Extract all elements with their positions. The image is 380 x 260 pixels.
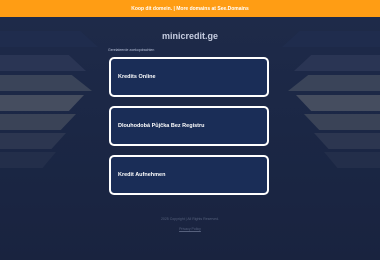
decor-band xyxy=(296,95,380,111)
privacy-policy-link[interactable]: Privacy Policy xyxy=(0,227,380,231)
copyright-text: 2025 Copyright | All Rights Reserved. xyxy=(160,217,220,221)
decor-band xyxy=(0,133,66,149)
domain-sale-link[interactable]: Koop dit domein. | More domains at See.D… xyxy=(131,6,249,12)
decor-band xyxy=(0,114,76,130)
domain-sale-banner: Koop dit domein. | More domains at See.D… xyxy=(0,0,380,17)
decor-band xyxy=(0,95,84,111)
decor-band xyxy=(304,114,380,130)
related-searches-label: Gerelateerde zoekopdrachten xyxy=(108,48,155,52)
decor-band xyxy=(0,152,56,168)
related-search-label: Dlouhodobá Půjčka Bez Registru xyxy=(118,123,205,129)
related-search-link[interactable]: Kredit Aufnehmen xyxy=(109,155,269,195)
decor-band xyxy=(0,75,92,91)
decor-band xyxy=(0,55,86,71)
related-search-link[interactable]: Dlouhodobá Půjčka Bez Registru xyxy=(109,106,269,146)
related-search-link[interactable]: Kredits Online xyxy=(109,57,269,97)
decor-band xyxy=(324,152,380,168)
domain-title: minicredit.ge xyxy=(161,31,218,41)
decor-band xyxy=(314,133,380,149)
related-search-label: Kredits Online xyxy=(118,74,156,80)
related-search-label: Kredit Aufnehmen xyxy=(118,172,166,178)
decor-band xyxy=(294,55,380,71)
decor-band xyxy=(288,75,380,91)
